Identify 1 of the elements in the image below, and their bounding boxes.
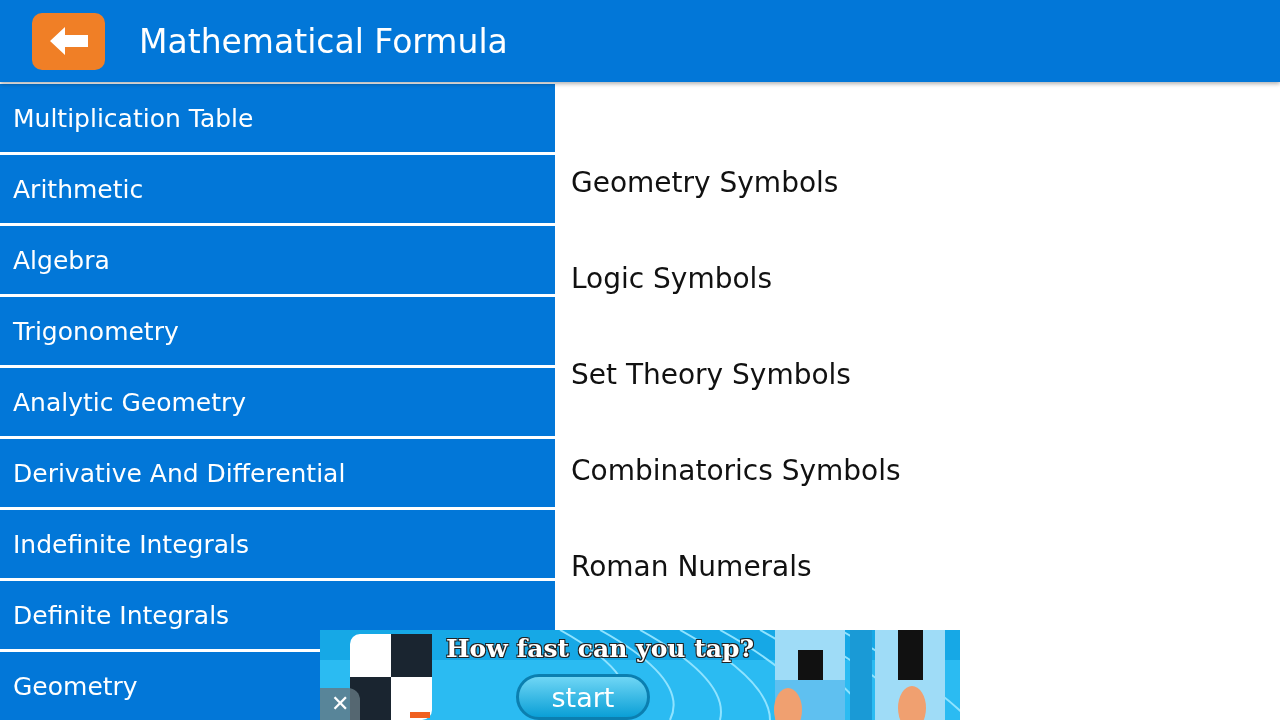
app-title: Mathematical Formula (139, 21, 508, 61)
